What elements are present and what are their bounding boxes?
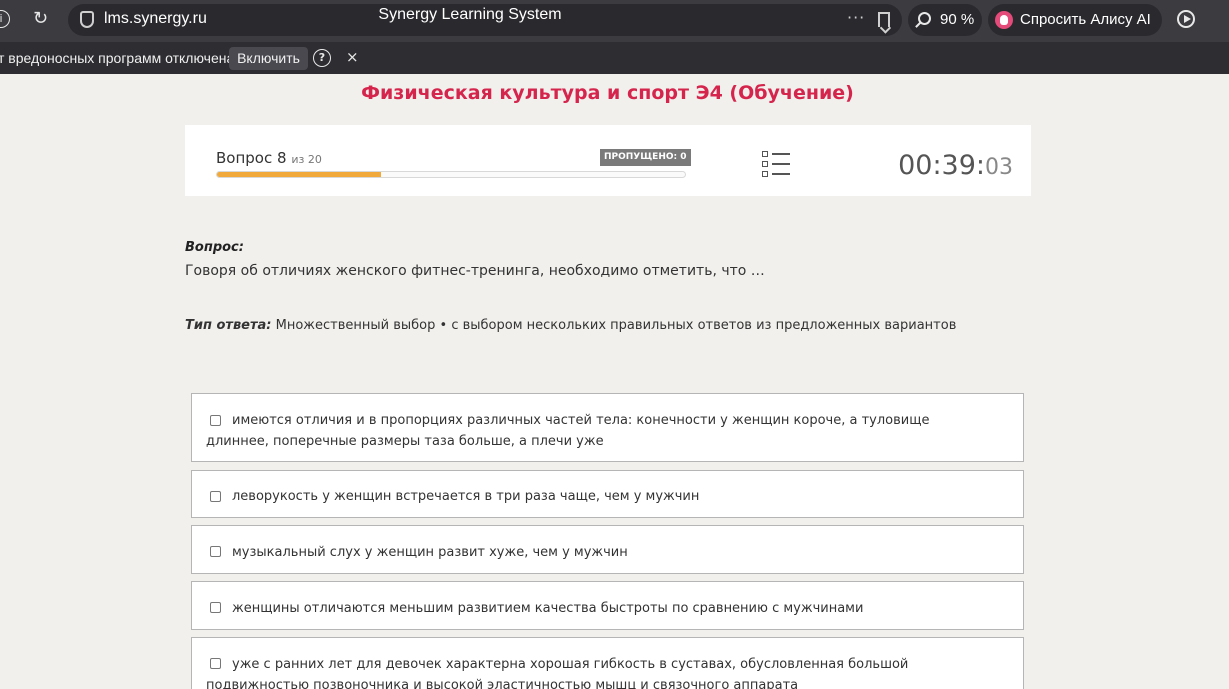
zoom-button[interactable]: 90 % [908, 4, 982, 36]
skipped-badge: ПРОПУЩЕНО: 0 [600, 149, 691, 166]
question-number: Вопрос 8 [216, 149, 287, 167]
answer-option[interactable]: музыкальный слух у женщин развит хуже, ч… [191, 525, 1024, 574]
answer-option[interactable]: имеются отличия и в пропорциях различных… [191, 393, 1024, 462]
info-icon[interactable]: i [0, 10, 10, 28]
answer-option[interactable]: женщины отличаются меньшим развитием кач… [191, 581, 1024, 630]
notification-text: т вредоносных программ отключена [0, 50, 235, 66]
more-icon[interactable]: ··· [847, 8, 865, 27]
course-title: Физическая культура и спорт Э4 (Обучение… [361, 82, 854, 104]
reload-icon[interactable]: ↻ [33, 9, 48, 29]
answer-text: уже с ранних лет для девочек характерна … [206, 657, 909, 689]
close-icon[interactable]: × [346, 48, 359, 66]
progress-bar [216, 171, 686, 178]
zoom-icon [918, 12, 931, 25]
page-tab-title: Synergy Learning System [378, 6, 562, 23]
answer-text: музыкальный слух у женщин развит хуже, ч… [232, 545, 628, 560]
answer-text: имеются отличия и в пропорциях различных… [206, 413, 930, 449]
answer-type-value: Множественный выбор • с выбором нескольк… [271, 318, 957, 333]
question-counter: Вопрос 8 из 20 [216, 149, 322, 167]
question-total: из 20 [291, 153, 322, 166]
ask-alice-button[interactable]: Спросить Алису AI [988, 4, 1162, 36]
play-icon[interactable] [1177, 10, 1195, 28]
question-list-icon[interactable] [762, 151, 792, 177]
answer-text: леворукость у женщин встречается в три р… [232, 489, 700, 504]
answer-type-label: Тип ответа: [185, 318, 272, 333]
answer-option[interactable]: леворукость у женщин встречается в три р… [191, 470, 1024, 518]
timer: 00:39:03 [898, 150, 1013, 181]
timer-main: 00:39: [898, 150, 985, 181]
url-text: lms.synergy.ru [104, 10, 207, 27]
progress-fill [217, 172, 381, 177]
question-label: Вопрос: [185, 240, 244, 255]
alice-icon [995, 11, 1013, 29]
quiz-status-panel: Вопрос 8 из 20 ПРОПУЩЕНО: 0 00:39:03 [185, 125, 1031, 196]
ask-alice-label: Спросить Алису AI [1020, 11, 1151, 28]
browser-toolbar: i ↻ lms.synergy.ru ··· Synergy Learning … [0, 0, 1229, 42]
question-text: Говоря об отличиях женского фитнес-трени… [185, 263, 765, 279]
shield-icon [80, 11, 94, 28]
timer-seconds: 03 [985, 155, 1013, 180]
answer-text: женщины отличаются меньшим развитием кач… [232, 601, 864, 616]
security-notification-bar: т вредоносных программ отключена Включит… [0, 42, 1229, 74]
answer-option[interactable]: уже с ранних лет для девочек характерна … [191, 637, 1024, 689]
help-icon[interactable]: ? [313, 49, 331, 67]
enable-button[interactable]: Включить [229, 47, 308, 70]
answer-type: Тип ответа: Множественный выбор • с выбо… [185, 318, 956, 333]
zoom-level: 90 % [940, 11, 975, 28]
bookmark-icon[interactable] [878, 12, 890, 27]
